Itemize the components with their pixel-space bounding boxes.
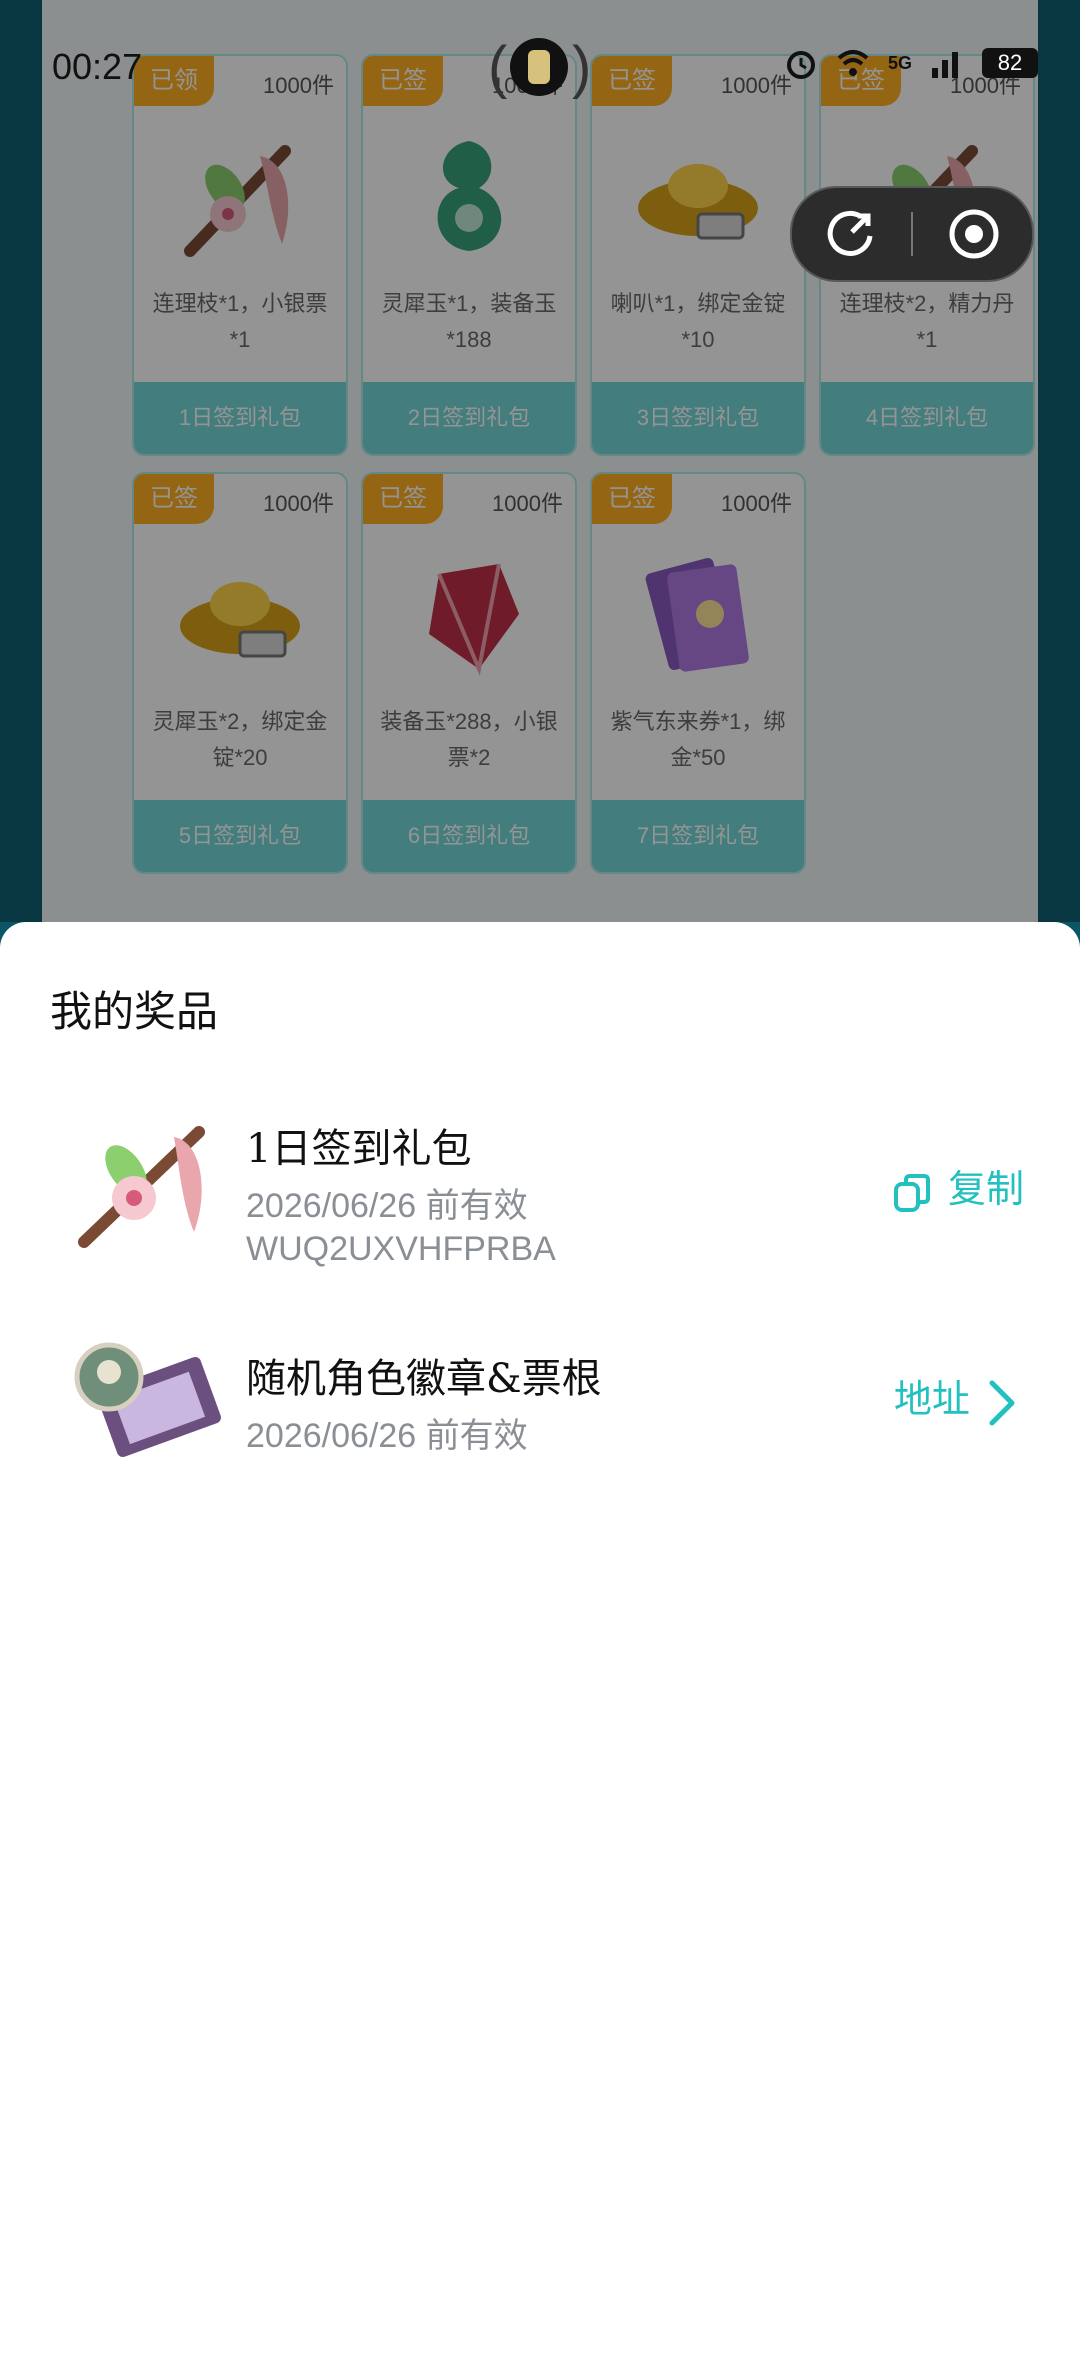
prize-item-1: 1日签到礼包 2026/06/26 前有效 WUQ2UXVHFPRBA 复制 xyxy=(0,1102,1080,1302)
badge-ticket-icon xyxy=(74,1342,221,1458)
alarm-icon xyxy=(786,51,815,79)
capsule-divider xyxy=(911,212,913,256)
miniapp-capsule xyxy=(790,186,1034,282)
prize-expiry: 2026/06/26 前有效 xyxy=(246,1417,528,1455)
prize-code: WUQ2UXVHFPRBA xyxy=(246,1230,556,1268)
prize-title: 1日签到礼包 xyxy=(246,1126,472,1172)
clock: 00:27 xyxy=(52,46,143,87)
copy-icon xyxy=(893,1173,930,1212)
wifi-icon xyxy=(837,50,869,76)
my-prizes-sheet: 我的奖品 1日签到礼包 2026/06/26 前有效 WUQ2UXVHFPRBA… xyxy=(0,922,1080,2362)
status-icons: 5G 82 xyxy=(784,46,1038,80)
modal-overlay[interactable] xyxy=(0,0,1080,922)
record-icon[interactable] xyxy=(946,206,1002,262)
copy-button[interactable]: 复制 xyxy=(890,1158,1024,1216)
network-type: 5G xyxy=(887,52,912,73)
status-bar: 00:27 ( ) 5G 82 xyxy=(0,0,1080,120)
address-button[interactable]: 地址 xyxy=(894,1368,1022,1431)
sheet-title: 我的奖品 xyxy=(50,987,219,1036)
prize-expiry: 2026/06/26 前有效 xyxy=(246,1187,528,1225)
copy-label: 复制 xyxy=(947,1167,1024,1211)
share-icon[interactable] xyxy=(822,206,878,262)
flower-branch-icon xyxy=(78,1126,205,1248)
chevron-right-icon xyxy=(989,1380,1015,1425)
signal-icon xyxy=(932,52,958,78)
torch-wave-right: ) xyxy=(572,35,592,100)
address-label: 地址 xyxy=(893,1377,970,1421)
battery-indicator: 82 xyxy=(982,48,1038,78)
prize-item-2: 随机角色徽章&票根 2026/06/26 前有效 地址 xyxy=(0,1332,1080,1532)
flashlight-icon xyxy=(510,38,568,96)
torch-wave-left: ( xyxy=(488,35,508,100)
prize-title: 随机角色徽章&票根 xyxy=(246,1356,602,1402)
